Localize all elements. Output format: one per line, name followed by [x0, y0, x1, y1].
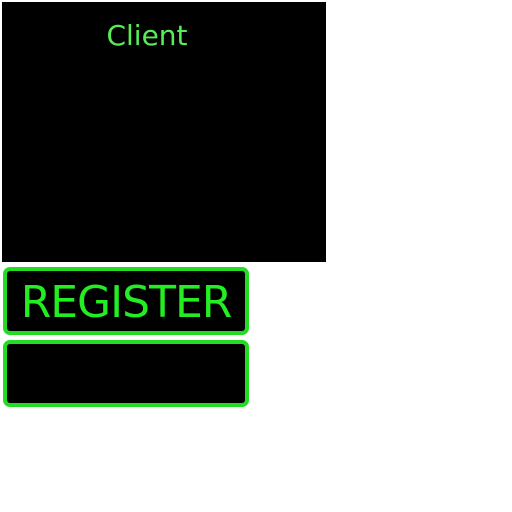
register-button-label: REGISTER	[20, 277, 233, 328]
register-button[interactable]: REGISTER	[3, 267, 249, 335]
unlabeled-button-label	[7, 344, 245, 404]
app-window: Client REGISTER	[0, 0, 512, 512]
unlabeled-button[interactable]	[3, 340, 249, 407]
client-panel: Client	[2, 2, 326, 262]
client-panel-title: Client	[106, 19, 188, 52]
